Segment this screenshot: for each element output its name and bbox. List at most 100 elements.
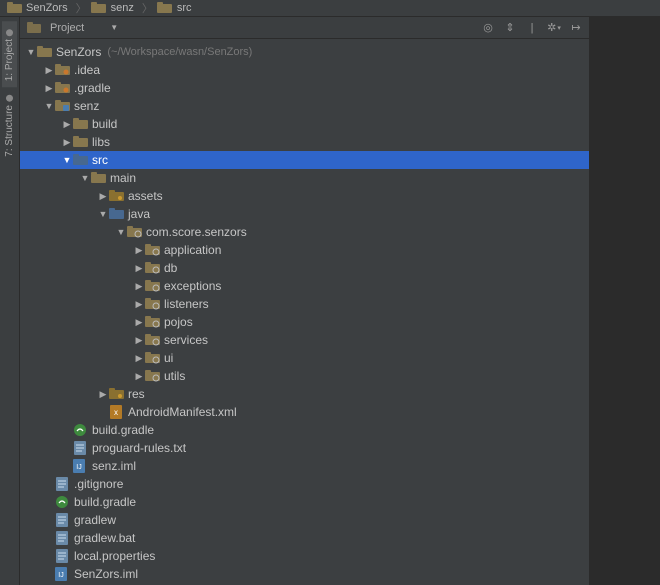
folder-mod-icon: [54, 99, 70, 113]
expand-arrow-right-icon[interactable]: ▶: [62, 133, 72, 151]
tree-label: local.properties: [74, 547, 155, 565]
tree-row[interactable]: local.properties: [20, 547, 589, 565]
tree-label: senz: [74, 97, 99, 115]
expand-arrow-right-icon[interactable]: ▶: [44, 79, 54, 97]
tree-label: SenZors.iml: [74, 565, 138, 583]
folder-src-icon: [108, 207, 124, 221]
tree-row[interactable]: IJ senz.iml: [20, 457, 589, 475]
split-icon[interactable]: |: [525, 21, 539, 35]
tree-row[interactable]: ▶ exceptions: [20, 277, 589, 295]
tree-row[interactable]: ▶ui: [20, 349, 589, 367]
tree-row[interactable]: ▶res: [20, 385, 589, 403]
folder-dot-icon: [54, 81, 70, 95]
package-icon: [144, 297, 160, 311]
expand-arrow-right-icon[interactable]: ▶: [134, 295, 144, 313]
tree-label: build.gradle: [92, 421, 154, 439]
expand-arrow-right-icon[interactable]: ▶: [134, 277, 144, 295]
tree-row[interactable]: ▶services: [20, 331, 589, 349]
dropdown-arrow-icon[interactable]: ▼: [110, 23, 118, 32]
breadcrumb-item[interactable]: senz: [89, 0, 140, 16]
expand-arrow-right-icon[interactable]: ▶: [98, 187, 108, 205]
tree-label: db: [164, 259, 177, 277]
text-icon: [54, 549, 70, 563]
tree-row[interactable]: ▶.idea: [20, 61, 589, 79]
tree-label: exceptions: [164, 277, 221, 295]
tree-row[interactable]: ▶pojos: [20, 313, 589, 331]
tree-row[interactable]: ▶ utils: [20, 367, 589, 385]
breadcrumb-separator: 〉: [142, 0, 153, 16]
package-icon: [144, 369, 160, 383]
tree-row[interactable]: gradlew.bat: [20, 529, 589, 547]
expand-arrow-down-icon[interactable]: ▼: [116, 223, 126, 241]
expand-arrow-down-icon[interactable]: ▼: [62, 151, 72, 169]
panel-header: Project ▼ ◎ ⇕ | ✲▾ ↦: [20, 17, 589, 39]
tree-label: main: [110, 169, 136, 187]
side-tab-label: 1: Project: [4, 39, 15, 81]
expand-arrow-right-icon[interactable]: ▶: [44, 61, 54, 79]
tree-row[interactable]: build.gradle: [20, 421, 589, 439]
tree-label: build: [92, 115, 117, 133]
side-tab[interactable]: 1: Project: [2, 21, 17, 87]
tree-label: AndroidManifest.xml: [128, 403, 237, 421]
expand-arrow-right-icon[interactable]: ▶: [134, 313, 144, 331]
package-icon: [144, 315, 160, 329]
tree-row[interactable]: ▼SenZors(~/Workspace/wasn/SenZors): [20, 43, 589, 61]
tree-row[interactable]: x AndroidManifest.xml: [20, 403, 589, 421]
tree-row[interactable]: ▼com.score.senzors: [20, 223, 589, 241]
svg-text:x: x: [114, 408, 118, 417]
tree-row[interactable]: IJ SenZors.iml: [20, 565, 589, 583]
tree-row[interactable]: ▶.gradle: [20, 79, 589, 97]
expand-arrow-down-icon[interactable]: ▼: [26, 43, 36, 61]
tree-row[interactable]: ▼src: [20, 151, 589, 169]
tree-row[interactable]: build.gradle: [20, 493, 589, 511]
panel-title[interactable]: Project: [50, 22, 84, 34]
expand-arrow-down-icon[interactable]: ▼: [44, 97, 54, 115]
tree-label: listeners: [164, 295, 209, 313]
folder-icon: [90, 171, 106, 185]
iml-icon: IJ: [54, 567, 70, 581]
tree-row[interactable]: ▶ build: [20, 115, 589, 133]
tree-row[interactable]: ▶libs: [20, 133, 589, 151]
gear-icon[interactable]: ✲▾: [547, 21, 561, 35]
side-tab[interactable]: 7: Structure: [2, 87, 17, 163]
xml-icon: x: [108, 405, 124, 419]
tree-row[interactable]: ▶assets: [20, 187, 589, 205]
breadcrumb-item[interactable]: SenZors: [4, 0, 74, 16]
tree-label: .gitignore: [74, 475, 123, 493]
folder-icon: [91, 1, 107, 15]
expand-arrow-down-icon[interactable]: ▼: [98, 205, 108, 223]
tree-label: senz.iml: [92, 457, 136, 475]
side-tab-marker: [6, 95, 13, 102]
tree-row[interactable]: ▶ listeners: [20, 295, 589, 313]
tree-row[interactable]: gradlew: [20, 511, 589, 529]
text-icon: [54, 477, 70, 491]
expand-arrow-right-icon[interactable]: ▶: [134, 367, 144, 385]
tree-row[interactable]: ▼ main: [20, 169, 589, 187]
folder-icon: [6, 1, 22, 15]
tree-row[interactable]: ▶application: [20, 241, 589, 259]
hide-icon[interactable]: ↦: [569, 21, 583, 35]
tree-label: utils: [164, 367, 185, 385]
collapse-all-icon[interactable]: ⇕: [503, 21, 517, 35]
tree-label: proguard-rules.txt: [92, 439, 186, 457]
project-tree[interactable]: ▼SenZors(~/Workspace/wasn/SenZors)▶.idea…: [20, 39, 589, 585]
tree-label: build.gradle: [74, 493, 136, 511]
expand-arrow-right-icon[interactable]: ▶: [98, 385, 108, 403]
scroll-from-source-icon[interactable]: ◎: [481, 21, 495, 35]
breadcrumb-label: SenZors: [26, 2, 68, 14]
expand-arrow-down-icon[interactable]: ▼: [80, 169, 90, 187]
expand-arrow-right-icon[interactable]: ▶: [134, 349, 144, 367]
expand-arrow-right-icon[interactable]: ▶: [134, 241, 144, 259]
breadcrumb: SenZors〉senz〉src: [0, 0, 660, 17]
tree-row[interactable]: ▼java: [20, 205, 589, 223]
breadcrumb-item[interactable]: src: [155, 0, 198, 16]
package-icon: [144, 279, 160, 293]
tree-row[interactable]: ▼ senz: [20, 97, 589, 115]
expand-arrow-right-icon[interactable]: ▶: [134, 331, 144, 349]
expand-arrow-right-icon[interactable]: ▶: [62, 115, 72, 133]
expand-arrow-right-icon[interactable]: ▶: [134, 259, 144, 277]
tree-row[interactable]: proguard-rules.txt: [20, 439, 589, 457]
tree-row[interactable]: .gitignore: [20, 475, 589, 493]
tree-row[interactable]: ▶ db: [20, 259, 589, 277]
iml-icon: IJ: [72, 459, 88, 473]
